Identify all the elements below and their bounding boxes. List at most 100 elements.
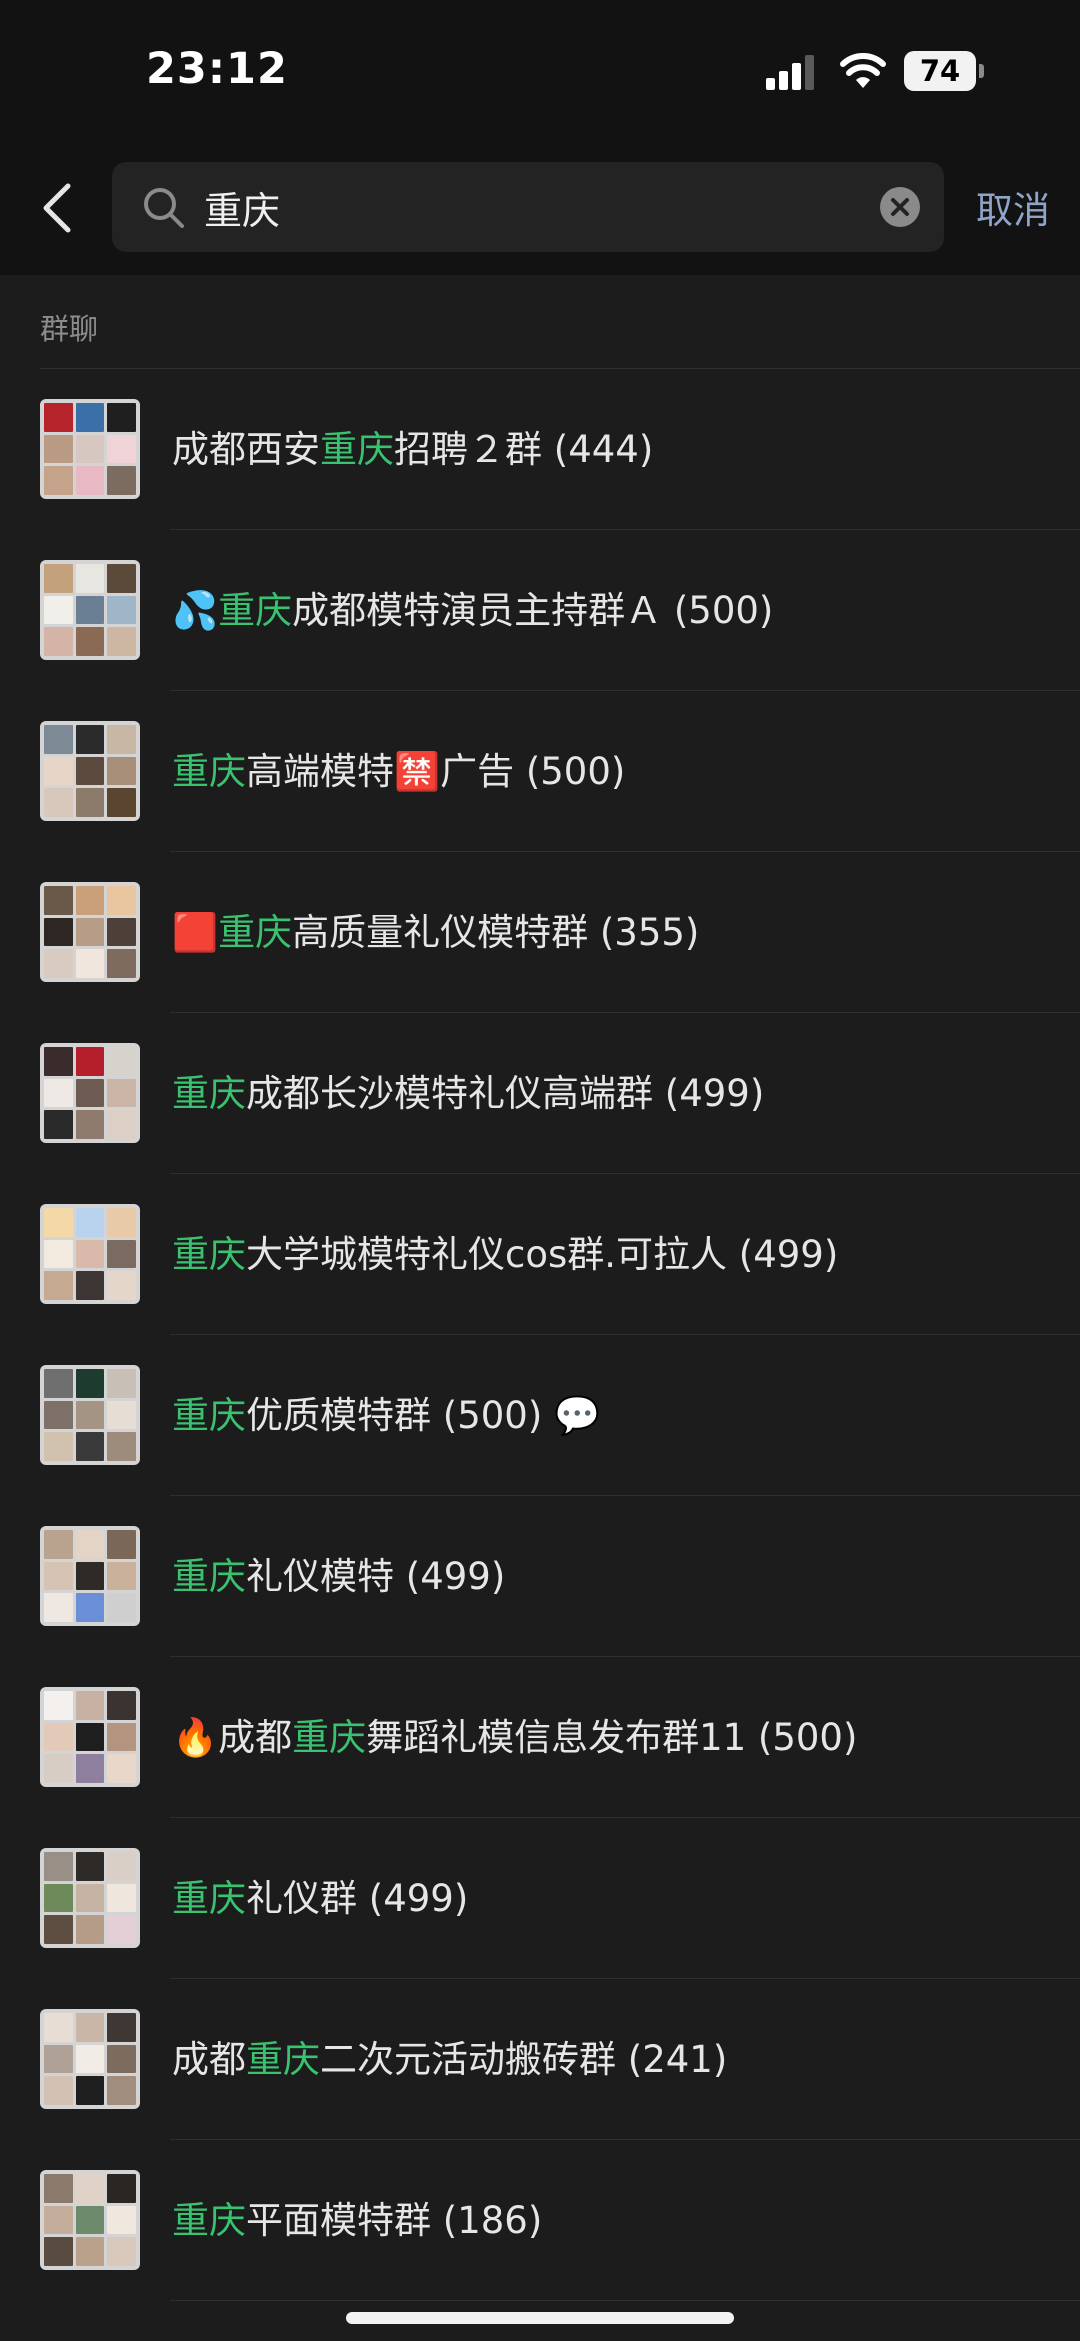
group-avatar xyxy=(40,1043,140,1143)
member-avatar-tile xyxy=(75,627,105,656)
group-chat-row[interactable]: 🔥成都重庆舞蹈礼模信息发布群11 (500) xyxy=(0,1657,1080,1818)
member-avatar-tile xyxy=(75,756,105,786)
member-avatar-tile xyxy=(107,1432,136,1461)
group-chat-row[interactable]: 💦重庆成都模特演员主持群Ａ (500) xyxy=(0,530,1080,691)
member-avatar-tile xyxy=(107,788,136,817)
member-avatar-tile xyxy=(44,1239,73,1269)
member-avatar-tile xyxy=(107,756,136,786)
member-avatar-tile xyxy=(75,595,105,625)
group-name-text: 优质模特群 (500) 💬 xyxy=(246,1394,601,1437)
member-avatar-tile xyxy=(75,2013,105,2042)
group-avatar xyxy=(40,882,140,982)
section-title-group-chats: 群聊 xyxy=(40,312,99,346)
search-keyword-highlight: 重庆 xyxy=(218,911,293,954)
search-icon xyxy=(144,188,184,228)
wifi-icon xyxy=(840,53,886,88)
group-name-text: 成都长沙模特礼仪高端群 (499) xyxy=(246,1072,765,1115)
clear-search-button[interactable] xyxy=(880,187,920,227)
group-chat-row[interactable]: 重庆礼仪模特 (499) xyxy=(0,1496,1080,1657)
group-name-text: 成都西安 xyxy=(172,428,320,471)
group-chat-row[interactable]: 成都西安重庆招聘２群 (444) xyxy=(0,369,1080,530)
member-avatar-tile xyxy=(107,2174,136,2203)
member-avatar-tile xyxy=(107,886,136,915)
group-chat-row[interactable]: 重庆大学城模特礼仪cos群.可拉人 (499) xyxy=(0,1174,1080,1335)
back-icon[interactable] xyxy=(30,176,86,240)
group-chat-name: 成都西安重庆招聘２群 (444) xyxy=(172,369,653,530)
member-avatar-tile xyxy=(44,2237,73,2266)
member-avatar-tile xyxy=(75,1400,105,1430)
group-chat-name: 重庆优质模特群 (500) 💬 xyxy=(172,1335,600,1496)
search-keyword-highlight: 重庆 xyxy=(172,1555,246,1598)
group-avatar xyxy=(40,1848,140,1948)
member-avatar-tile xyxy=(44,1530,73,1559)
member-avatar-tile xyxy=(75,1208,105,1237)
search-keyword-highlight: 重庆 xyxy=(172,1072,246,1115)
member-avatar-tile xyxy=(75,466,105,495)
member-avatar-tile xyxy=(75,1432,105,1461)
member-avatar-tile xyxy=(44,1400,73,1430)
member-avatar-tile xyxy=(44,917,73,947)
member-avatar-tile xyxy=(107,2076,136,2105)
member-avatar-tile xyxy=(107,1271,136,1300)
member-avatar-tile xyxy=(75,2044,105,2074)
status-time: 23:12 xyxy=(146,44,288,94)
member-avatar-tile xyxy=(44,725,73,754)
member-avatar-tile xyxy=(75,2076,105,2105)
search-bar[interactable] xyxy=(112,162,944,252)
member-avatar-tile xyxy=(44,1047,73,1076)
close-icon xyxy=(891,198,909,216)
group-chat-row[interactable]: 重庆优质模特群 (500) 💬 xyxy=(0,1335,1080,1496)
search-keyword-highlight: 重庆 xyxy=(320,428,394,471)
member-avatar-tile xyxy=(75,2174,105,2203)
member-avatar-tile xyxy=(75,725,105,754)
member-avatar-tile xyxy=(107,403,136,432)
member-avatar-tile xyxy=(107,1078,136,1108)
group-avatar xyxy=(40,399,140,499)
search-input[interactable] xyxy=(204,162,844,252)
group-chat-row[interactable]: 成都重庆二次元活动搬砖群 (241) xyxy=(0,1979,1080,2140)
member-avatar-tile xyxy=(107,2205,136,2235)
member-avatar-tile xyxy=(107,595,136,625)
cancel-button[interactable]: 取消 xyxy=(976,180,1050,234)
search-header: 取消 xyxy=(0,140,1080,275)
group-name-text: 二次元活动搬砖群 (241) xyxy=(320,2038,728,2081)
group-avatar xyxy=(40,1526,140,1626)
member-avatar-tile xyxy=(44,1110,73,1139)
member-avatar-tile xyxy=(75,1047,105,1076)
group-chat-row[interactable]: 重庆平面模特群 (186) xyxy=(0,2140,1080,2301)
member-avatar-tile xyxy=(75,403,105,432)
member-avatar-tile xyxy=(107,2013,136,2042)
group-chat-name: 🟥重庆高质量礼仪模特群 (355) xyxy=(172,852,699,1013)
member-avatar-tile xyxy=(107,1915,136,1944)
member-avatar-tile xyxy=(75,1593,105,1622)
member-avatar-tile xyxy=(75,2237,105,2266)
member-avatar-tile xyxy=(44,2174,73,2203)
home-indicator[interactable] xyxy=(346,2312,734,2324)
group-chat-row[interactable]: 重庆礼仪群 (499) xyxy=(0,1818,1080,1979)
member-avatar-tile xyxy=(44,2013,73,2042)
group-chat-row[interactable]: 重庆高端模特🈲广告 (500) xyxy=(0,691,1080,852)
search-keyword-highlight: 重庆 xyxy=(172,1394,246,1437)
member-avatar-tile xyxy=(107,1239,136,1269)
group-chat-name: 重庆高端模特🈲广告 (500) xyxy=(172,691,625,852)
member-avatar-tile xyxy=(44,1915,73,1944)
member-avatar-tile xyxy=(75,788,105,817)
group-avatar xyxy=(40,560,140,660)
cellular-signal-icon xyxy=(766,55,814,90)
group-name-text: 🔥成都 xyxy=(172,1716,293,1759)
member-avatar-tile xyxy=(107,1047,136,1076)
group-chat-name: 🔥成都重庆舞蹈礼模信息发布群11 (500) xyxy=(172,1657,857,1818)
search-keyword-highlight: 重庆 xyxy=(172,750,246,793)
member-avatar-tile xyxy=(44,403,73,432)
member-avatar-tile xyxy=(75,1530,105,1559)
group-chat-row[interactable]: 🟥重庆高质量礼仪模特群 (355) xyxy=(0,852,1080,1013)
member-avatar-tile xyxy=(75,1754,105,1783)
group-chat-row[interactable]: 重庆成都长沙模特礼仪高端群 (499) xyxy=(0,1013,1080,1174)
group-name-text: 成都模特演员主持群Ａ (500) xyxy=(292,589,774,632)
member-avatar-tile xyxy=(75,1883,105,1913)
member-avatar-tile xyxy=(44,1561,73,1591)
battery-level: 74 xyxy=(919,54,961,88)
member-avatar-tile xyxy=(107,434,136,464)
member-avatar-tile xyxy=(75,1915,105,1944)
group-name-text: 礼仪模特 (499) xyxy=(246,1555,506,1598)
